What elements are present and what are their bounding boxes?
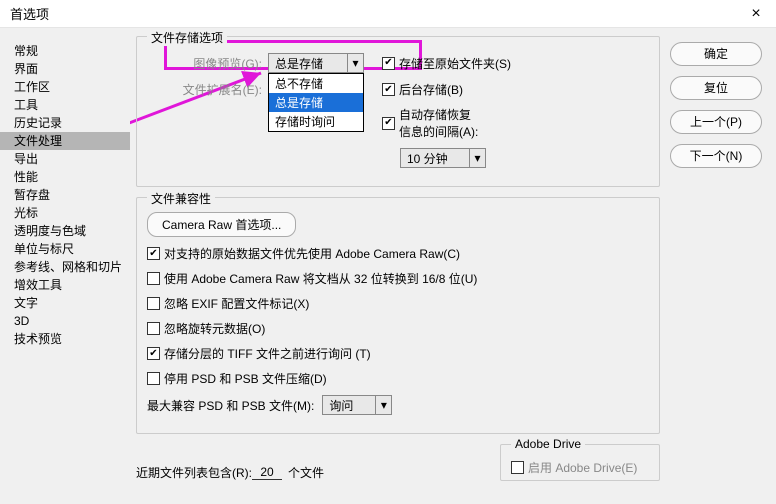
sidebar-item-tools[interactable]: 工具 (0, 96, 130, 114)
sidebar-item-guides[interactable]: 参考线、网格和切片 (0, 258, 130, 276)
image-preview-label: 图像预览(G): (147, 55, 262, 72)
content: 文件存储选项 图像预览(G): 总是存储 ▾ 总不存储 总是存储 存储时询问 存… (130, 28, 666, 504)
sidebar: 常规 界面 工作区 工具 历史记录 文件处理 导出 性能 暂存盘 光标 透明度与… (0, 28, 130, 504)
row-ignore-exif: 忽略 EXIF 配置文件标记(X) (147, 295, 649, 312)
background-save-label: 后台存储(B) (399, 81, 463, 98)
next-button[interactable]: 下一个(N) (670, 144, 762, 168)
window-title: 首选项 (10, 4, 49, 23)
main: 常规 界面 工作区 工具 历史记录 文件处理 导出 性能 暂存盘 光标 透明度与… (0, 28, 776, 504)
title-bar: 首选项 × (0, 0, 776, 28)
image-preview-option-0[interactable]: 总不存储 (269, 74, 363, 93)
file-ext-label: 文件扩展名(E): (147, 81, 262, 98)
sidebar-item-units[interactable]: 单位与标尺 (0, 240, 130, 258)
group-title-file-save: 文件存储选项 (147, 29, 227, 46)
recent-files-input[interactable] (252, 465, 282, 480)
row-recent-files: 近期文件列表包含(R): 个文件 (136, 464, 500, 481)
sidebar-item-scratch[interactable]: 暂存盘 (0, 186, 130, 204)
disable-psd-checkbox[interactable] (147, 372, 160, 385)
sidebar-item-file-handling[interactable]: 文件处理 (0, 132, 130, 150)
sidebar-item-history[interactable]: 历史记录 (0, 114, 130, 132)
sidebar-item-3d[interactable]: 3D (0, 312, 130, 330)
row-max-compat: 最大兼容 PSD 和 PSB 文件(M): 询问 ▾ (147, 395, 649, 415)
sidebar-item-cursor[interactable]: 光标 (0, 204, 130, 222)
ignore-rotate-label: 忽略旋转元数据(O) (164, 320, 265, 337)
group-title-file-compat: 文件兼容性 (147, 190, 215, 207)
background-save-checkbox[interactable] (382, 83, 395, 96)
cr-priority-label: 对支持的原始数据文件优先使用 Adobe Camera Raw(C) (164, 245, 460, 262)
row-auto-recover-interval: 10 分钟 ▾ (400, 148, 649, 168)
max-compat-value: 询问 (323, 397, 375, 414)
recent-files-label: 近期文件列表包含(R): (136, 464, 252, 481)
group-file-save: 文件存储选项 图像预览(G): 总是存储 ▾ 总不存储 总是存储 存储时询问 存… (136, 36, 660, 187)
sidebar-item-plugins[interactable]: 增效工具 (0, 276, 130, 294)
row-image-preview: 图像预览(G): 总是存储 ▾ 总不存储 总是存储 存储时询问 存储至原始文件夹… (147, 53, 649, 73)
row-file-ext: 文件扩展名(E): 后台存储(B) (147, 81, 649, 98)
image-preview-option-1[interactable]: 总是存储 (269, 93, 363, 112)
sidebar-item-interface[interactable]: 界面 (0, 60, 130, 78)
row-auto-recover: 自动存储恢复 信息的间隔(A): (147, 106, 649, 140)
auto-recover-checkbox[interactable] (382, 117, 395, 130)
sidebar-item-general[interactable]: 常规 (0, 42, 130, 60)
cr-16to8-label: 使用 Adobe Camera Raw 将文档从 32 位转换到 16/8 位(… (164, 270, 477, 287)
save-to-original-label: 存储至原始文件夹(S) (399, 55, 511, 72)
image-preview-options-list: 总不存储 总是存储 存储时询问 (268, 73, 364, 132)
ask-tiff-label: 存储分层的 TIFF 文件之前进行询问 (T) (164, 345, 371, 362)
adobe-drive-label: 启用 Adobe Drive(E) (528, 459, 637, 476)
disable-psd-label: 停用 PSD 和 PSB 文件压缩(D) (164, 370, 327, 387)
prev-button[interactable]: 上一个(P) (670, 110, 762, 134)
sidebar-item-performance[interactable]: 性能 (0, 168, 130, 186)
camera-raw-prefs-button[interactable]: Camera Raw 首选项... (147, 212, 296, 237)
image-preview-value: 总是存储 (269, 55, 347, 72)
save-to-original-checkbox[interactable] (382, 57, 395, 70)
group-adobe-drive: Adobe Drive 启用 Adobe Drive(E) (500, 444, 660, 481)
auto-recover-label: 自动存储恢复 信息的间隔(A): (399, 106, 478, 140)
cr-priority-checkbox[interactable] (147, 247, 160, 260)
row-adobe-drive: 启用 Adobe Drive(E) (511, 459, 649, 476)
sidebar-item-techpreview[interactable]: 技术预览 (0, 330, 130, 348)
right-buttons: 确定 复位 上一个(P) 下一个(N) (666, 28, 776, 504)
sidebar-item-type[interactable]: 文字 (0, 294, 130, 312)
sidebar-item-transparency[interactable]: 透明度与色域 (0, 222, 130, 240)
row-cr-16to8: 使用 Adobe Camera Raw 将文档从 32 位转换到 16/8 位(… (147, 270, 649, 287)
auto-recover-interval-value: 10 分钟 (401, 150, 469, 167)
chevron-down-icon: ▾ (347, 54, 363, 72)
auto-recover-interval-dropdown[interactable]: 10 分钟 ▾ (400, 148, 486, 168)
image-preview-option-2[interactable]: 存储时询问 (269, 112, 363, 131)
close-icon[interactable]: × (746, 5, 766, 23)
group-file-compat: 文件兼容性 Camera Raw 首选项... 对支持的原始数据文件优先使用 A… (136, 197, 660, 434)
reset-button[interactable]: 复位 (670, 76, 762, 100)
ignore-exif-label: 忽略 EXIF 配置文件标记(X) (164, 295, 309, 312)
image-preview-dropdown[interactable]: 总是存储 ▾ 总不存储 总是存储 存储时询问 (268, 53, 364, 73)
row-ask-tiff: 存储分层的 TIFF 文件之前进行询问 (T) (147, 345, 649, 362)
chevron-down-icon: ▾ (469, 149, 485, 167)
cr-16to8-checkbox[interactable] (147, 272, 160, 285)
max-compat-dropdown[interactable]: 询问 ▾ (322, 395, 392, 415)
ask-tiff-checkbox[interactable] (147, 347, 160, 360)
row-disable-psd: 停用 PSD 和 PSB 文件压缩(D) (147, 370, 649, 387)
ignore-exif-checkbox[interactable] (147, 297, 160, 310)
chevron-down-icon: ▾ (375, 396, 391, 414)
sidebar-item-export[interactable]: 导出 (0, 150, 130, 168)
row-ignore-rotate: 忽略旋转元数据(O) (147, 320, 649, 337)
group-title-adobe-drive: Adobe Drive (511, 437, 585, 451)
max-compat-label: 最大兼容 PSD 和 PSB 文件(M): (147, 397, 314, 414)
sidebar-item-workspace[interactable]: 工作区 (0, 78, 130, 96)
recent-files-unit: 个文件 (288, 464, 324, 481)
row-cr-priority: 对支持的原始数据文件优先使用 Adobe Camera Raw(C) (147, 245, 649, 262)
row-camera-raw-btn: Camera Raw 首选项... (147, 212, 649, 237)
ok-button[interactable]: 确定 (670, 42, 762, 66)
ignore-rotate-checkbox[interactable] (147, 322, 160, 335)
adobe-drive-checkbox[interactable] (511, 461, 524, 474)
